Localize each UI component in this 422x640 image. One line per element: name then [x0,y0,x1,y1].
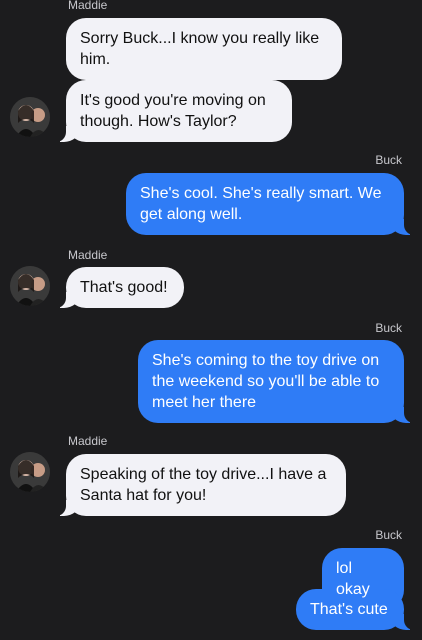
message-text: It's good you're moving on though. How's… [80,92,266,130]
sender-name: Buck [375,153,402,167]
sender-name: Buck [375,321,402,335]
message-bubble-outgoing[interactable]: She's coming to the toy drive on the wee… [138,340,414,423]
maddie-avatar[interactable] [10,266,50,306]
message-text: Speaking of the toy drive...I have a San… [80,466,327,504]
message-text: That's cute [310,601,388,618]
message-bubble-outgoing[interactable]: She's cool. She's really smart. We get a… [126,173,414,235]
message-text: Sorry Buck...I know you really like him. [80,30,320,68]
sender-name: Maddie [68,434,108,448]
avatar-photo-icon [10,97,50,137]
message-bubble-incoming[interactable]: Speaking of the toy drive...I have a San… [56,454,346,516]
message-text: lol okay [336,560,370,598]
sender-name: Maddie [68,0,108,12]
avatar-photo-icon [10,452,50,492]
maddie-avatar[interactable] [10,452,50,492]
message-bubble-incoming[interactable]: That's good! [56,267,184,308]
maddie-avatar[interactable] [10,97,50,137]
sender-name: Maddie [68,248,108,262]
message-text: She's coming to the toy drive on the wee… [152,352,380,411]
message-bubble-incoming[interactable]: It's good you're moving on though. How's… [56,80,292,142]
message-text: That's good! [80,279,168,296]
sender-name: Buck [375,528,402,542]
message-text: She's cool. She's really smart. We get a… [140,185,382,223]
message-bubble-incoming[interactable]: Sorry Buck...I know you really like him. [66,18,342,80]
avatar-photo-icon [10,266,50,306]
